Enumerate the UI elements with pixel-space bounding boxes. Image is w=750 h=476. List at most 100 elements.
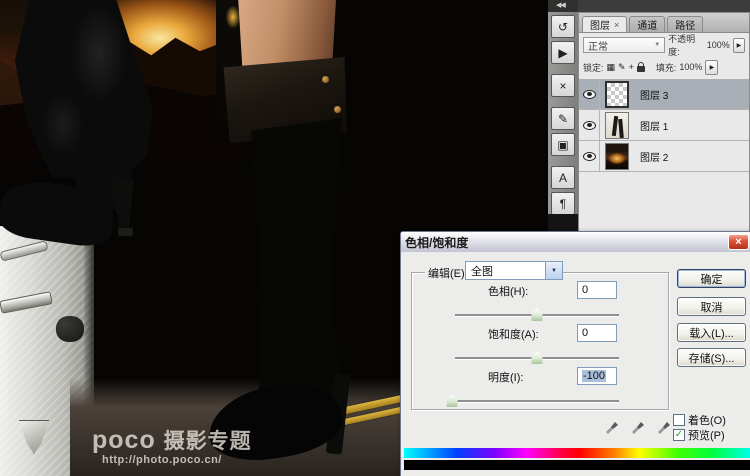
chevron-down-icon: ▼ (654, 42, 660, 48)
popup-arrow-icon: ▶ (737, 42, 742, 49)
lock-all-icon[interactable] (637, 66, 645, 72)
clone-stamp-icon: ▣ (557, 138, 568, 152)
close-button[interactable]: × (728, 234, 749, 250)
checkbox-checked-box[interactable]: ✓ (673, 429, 685, 441)
hue-slider[interactable] (455, 307, 619, 321)
character-panel-button[interactable]: A (551, 166, 575, 189)
layer-name: 图层 3 (640, 87, 668, 102)
chevron-down-icon: ▼ (551, 268, 557, 274)
fill-value[interactable]: 100% (679, 62, 702, 72)
left-boot-heel-tip (118, 228, 133, 236)
brush-icon: ✎ (558, 112, 568, 126)
actions-panel-button[interactable]: ▶ (551, 41, 575, 64)
colorize-checkbox[interactable]: 着色(O) (673, 412, 726, 428)
history-icon: ↺ (558, 20, 568, 34)
hue-input[interactable]: 0 (577, 281, 617, 299)
paragraph-panel-button[interactable]: ¶ (551, 192, 575, 215)
saturation-slider[interactable] (455, 350, 619, 364)
paragraph-icon: ¶ (560, 197, 566, 211)
lock-move-icon[interactable]: + (629, 62, 634, 72)
cuff-button-2 (334, 106, 341, 113)
opacity-value[interactable]: 100% (707, 40, 730, 50)
visibility-toggle[interactable] (579, 110, 600, 140)
preview-checkbox[interactable]: ✓ 预览(P) (673, 427, 725, 443)
close-icon: × (735, 237, 741, 248)
eyedropper-subtract-icon[interactable] (656, 418, 672, 434)
layer-thumbnail-transparent[interactable] (605, 81, 629, 108)
check-icon: ✓ (675, 430, 683, 440)
dropdown-arrow-button[interactable]: ▼ (545, 262, 562, 279)
visibility-toggle[interactable] (579, 79, 600, 109)
popup-arrow-icon: ▶ (710, 64, 715, 71)
edit-channel-select[interactable]: 全图 ▼ (465, 261, 563, 280)
layer-thumbnail-legs[interactable] (605, 112, 629, 139)
lightness-input[interactable]: -100 (577, 367, 617, 385)
blend-mode-select[interactable]: 正常 ▼ (583, 37, 665, 53)
lightness-label: 明度(I): (485, 369, 526, 385)
tab-close-icon[interactable]: × (614, 20, 619, 30)
save-button[interactable]: 存储(S)... (677, 348, 746, 367)
layer-thumbnail-sunset[interactable] (605, 143, 629, 170)
tab-paths[interactable]: 路径 (667, 16, 703, 32)
cuff-button-1 (322, 76, 329, 83)
eyedropper-icon[interactable] (604, 418, 620, 434)
lightness-slider[interactable] (447, 393, 619, 407)
opacity-popup-button[interactable]: ▶ (733, 38, 745, 53)
dialog-title: 色相/饱和度 (405, 234, 468, 251)
tab-layers[interactable]: 图层 × (582, 16, 627, 32)
clone-source-panel-button[interactable]: ▣ (551, 133, 575, 156)
panel-dock-strip: ↺ ▶ × ✎ ▣ A ¶ (548, 12, 578, 232)
preview-label: 预览(P) (688, 427, 725, 443)
edit-label: 编辑(E): (425, 265, 471, 281)
dock-strip-footer (548, 214, 578, 232)
scissors-icon: × (559, 79, 566, 93)
fill-label: 填充: (656, 61, 677, 74)
layer-row-3[interactable]: 图层 3 (579, 79, 749, 110)
panel-tab-bar: 图层 × 通道 路径 (578, 12, 750, 32)
photoshop-workspace: poco 摄影专题 http://photo.poco.cn/ ◀◀ ↺ ▶ ×… (0, 0, 750, 476)
tab-channels[interactable]: 通道 (629, 16, 665, 32)
layer-row-1[interactable]: 图层 1 (579, 110, 749, 141)
lock-fill-row: 锁定: ▦ ✎ + 填充: 100% ▶ (579, 56, 749, 78)
saturation-input[interactable]: 0 (577, 324, 617, 342)
panel-group-header (578, 0, 750, 12)
layer-row-2[interactable]: 图层 2 (579, 141, 749, 172)
history-panel-button[interactable]: ↺ (551, 15, 575, 38)
hue-slider-thumb[interactable] (532, 308, 543, 321)
watermark-text: 摄影专题 (164, 430, 252, 453)
eye-icon (583, 90, 596, 99)
tool-presets-panel-button[interactable]: × (551, 74, 575, 97)
eye-icon (583, 152, 596, 161)
dialog-titlebar[interactable]: 色相/饱和度 × (401, 232, 750, 252)
character-icon: A (559, 171, 567, 185)
hue-label: 色相(H): (485, 283, 531, 299)
play-icon: ▶ (558, 46, 567, 60)
watermark-url: http://photo.poco.cn/ (102, 455, 252, 466)
lock-transparency-icon[interactable]: ▦ (607, 62, 616, 73)
lightness-slider-thumb[interactable] (447, 394, 458, 407)
checkbox-box[interactable] (673, 414, 685, 426)
visibility-toggle[interactable] (579, 141, 600, 171)
sunset-glint (226, 6, 240, 28)
lock-label: 锁定: (583, 61, 604, 74)
lock-paint-icon[interactable]: ✎ (618, 62, 626, 73)
colorize-label: 着色(O) (688, 412, 726, 428)
fill-popup-button[interactable]: ▶ (705, 60, 718, 75)
layers-panel: 正常 ▼ 不透明度: 100% ▶ 锁定: ▦ ✎ + 填充: 100% ▶ (578, 32, 750, 232)
collapse-dock-icon: ◀◀ (556, 2, 565, 9)
case-corner-protector (56, 316, 84, 342)
ok-button[interactable]: 确定 (677, 269, 746, 288)
layer-name: 图层 1 (640, 118, 668, 133)
watermark-logo: poco (92, 426, 156, 454)
adjusted-spectrum-bar (404, 460, 750, 470)
eyedropper-add-icon[interactable] (630, 418, 646, 434)
hue-spectrum-bar (404, 448, 750, 458)
cancel-button[interactable]: 取消 (677, 297, 746, 316)
blend-opacity-row: 正常 ▼ 不透明度: 100% ▶ (579, 34, 749, 56)
load-button[interactable]: 载入(L)... (677, 323, 746, 342)
brushes-panel-button[interactable]: ✎ (551, 107, 575, 130)
saturation-slider-thumb[interactable] (532, 351, 543, 364)
saturation-label: 饱和度(A): (485, 326, 542, 342)
hue-saturation-dialog: 色相/饱和度 × 编辑(E): 全图 ▼ 色相(H): 0 饱和度(A): 0 … (400, 231, 750, 476)
watermark: poco 摄影专题 http://photo.poco.cn/ (92, 428, 252, 466)
